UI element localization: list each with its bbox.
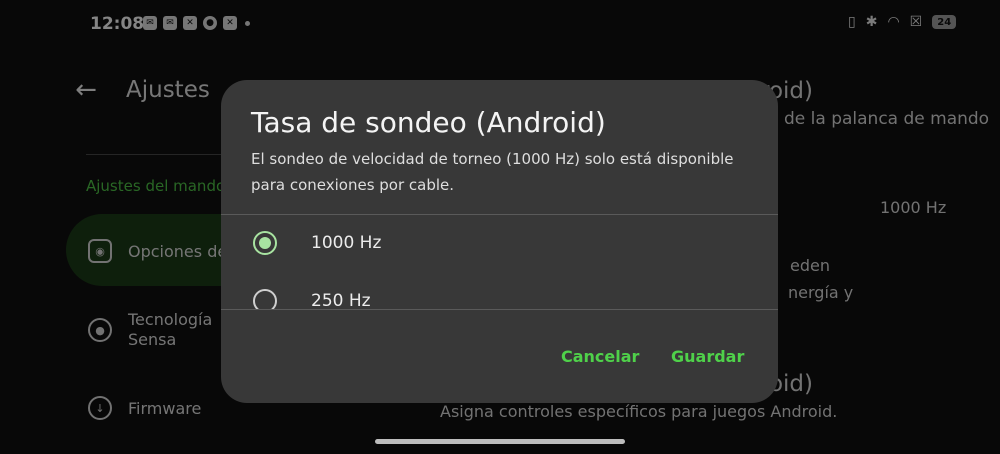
option-label: 1000 Hz — [311, 233, 382, 253]
option-1000hz[interactable]: 1000 Hz — [253, 231, 381, 255]
option-label: 250 Hz — [311, 291, 371, 309]
dialog-title: Tasa de sondeo (Android) — [251, 106, 606, 139]
radio-unselected-icon[interactable] — [253, 289, 277, 309]
save-button[interactable]: Guardar — [671, 347, 744, 366]
dialog-message: El sondeo de velocidad de torneo (1000 H… — [251, 150, 734, 194]
radio-selected-icon[interactable] — [253, 231, 277, 255]
polling-rate-dialog: Tasa de sondeo (Android) El sondeo de ve… — [221, 80, 778, 403]
cancel-button[interactable]: Cancelar — [561, 347, 639, 366]
options-list[interactable]: 1000 Hz 250 Hz — [221, 215, 778, 309]
gesture-bar[interactable] — [375, 439, 625, 444]
dialog-divider — [221, 309, 778, 310]
option-250hz[interactable]: 250 Hz — [253, 289, 371, 309]
